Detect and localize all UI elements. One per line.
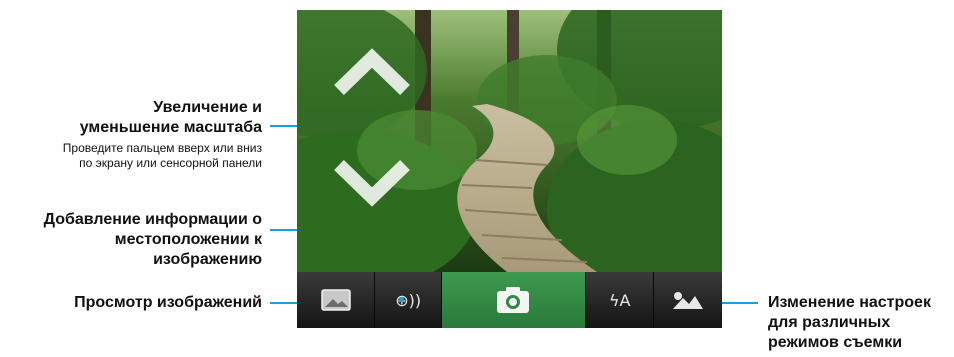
geotag-button[interactable]: ⊕))	[375, 272, 442, 328]
flash-mode-button[interactable]: ϟA	[586, 272, 655, 328]
location-line3: изображению	[153, 251, 262, 268]
scene-line3: режимов съемки	[768, 334, 903, 351]
view-label: Просмотр изображений	[74, 294, 262, 311]
zoom-title-line2: уменьшение масштаба	[79, 119, 262, 136]
zoom-desc-line2: по экрану или сенсорной панели	[79, 156, 262, 170]
location-line1: Добавление информации о	[43, 211, 262, 228]
location-line2: местоположении к	[114, 231, 262, 248]
viewfinder-photo[interactable]	[297, 10, 722, 272]
scene-mode-icon	[673, 292, 704, 309]
location-leader-end	[399, 297, 404, 302]
camera-toolbar: ⊕)) ϟA	[297, 272, 722, 328]
camera-screen: ⊕)) ϟA	[297, 10, 722, 328]
view-pictures-button[interactable]	[297, 272, 376, 328]
view-callout: Просмотр изображений	[0, 293, 262, 313]
camera-icon	[497, 287, 530, 313]
zoom-desc-line1: Проведите пальцем вверх или вниз	[62, 141, 262, 155]
zoom-callout: Увеличение и уменьшение масштаба Проведи…	[0, 98, 262, 171]
shutter-button[interactable]	[441, 272, 586, 328]
location-callout: Добавление информации о местоположении к…	[0, 210, 262, 270]
scene-mode-button[interactable]	[654, 272, 722, 328]
zoom-title-line1: Увеличение и	[153, 99, 262, 116]
scene-line1: Изменение настроек	[768, 294, 931, 311]
scene-callout: Изменение настроек для различных режимов…	[768, 293, 954, 353]
gallery-icon	[320, 289, 351, 311]
flash-auto-icon: ϟA	[608, 290, 631, 310]
scene-line2: для различных	[768, 314, 891, 331]
